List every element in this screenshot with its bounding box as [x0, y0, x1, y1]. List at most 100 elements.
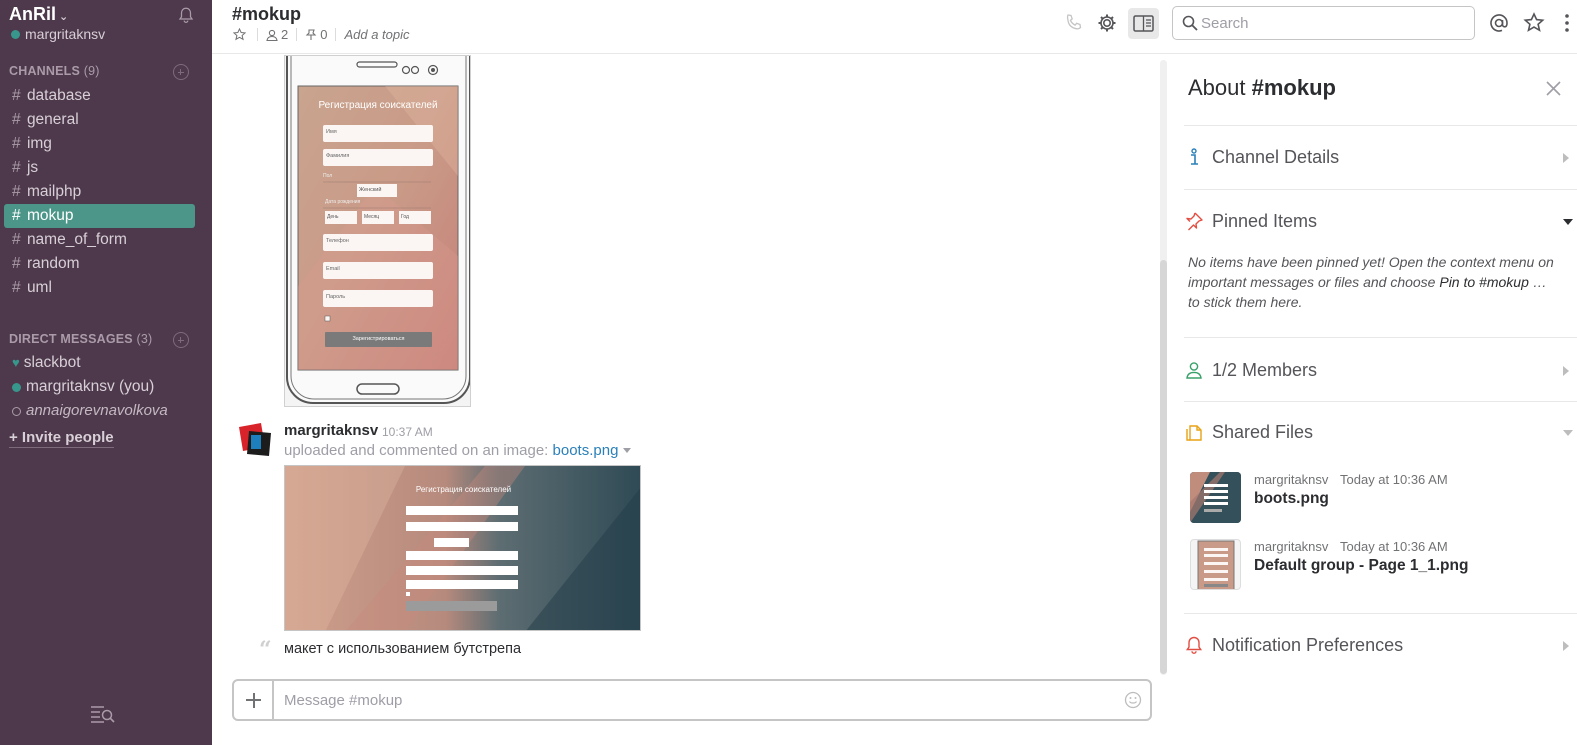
hash-icon: # — [12, 111, 21, 128]
current-user-name: margritaknsv — [25, 26, 106, 42]
channel-name: img — [26, 135, 52, 152]
dm-name: slackbot — [23, 354, 81, 371]
phone-mockup-image[interactable]: Регистрация соискателей Имя Фамилия Пол … — [284, 55, 471, 407]
channels-header-label: CHANNELS — [9, 64, 81, 78]
members-toggle[interactable]: 1/2 Members — [1184, 358, 1317, 382]
pinned-count[interactable]: 0 — [320, 27, 327, 42]
pin-icon — [305, 28, 317, 40]
mockup-form-title: Регистрация соискателей — [318, 100, 438, 111]
mockup-field-email: Email — [326, 266, 340, 272]
dm-item-slackbot[interactable]: ♥ slackbot — [4, 351, 195, 375]
sidebar-item-js[interactable]: # js — [4, 156, 195, 180]
emoji-icon[interactable] — [1124, 691, 1142, 709]
notification-preferences-toggle[interactable]: Notification Preferences — [1184, 633, 1403, 657]
bell-icon[interactable] — [177, 6, 195, 24]
mockup-select-year: Год — [401, 214, 409, 220]
presence-online-icon — [11, 29, 20, 39]
message-list: Регистрация соискателей Имя Фамилия Пол … — [212, 55, 1160, 675]
channel-name: mokup — [26, 207, 74, 224]
pin-icon — [1186, 212, 1203, 231]
caret-down-icon[interactable] — [623, 448, 632, 453]
dm-name: annaigorevnavolkova — [26, 402, 168, 419]
hash-icon: # — [12, 279, 21, 296]
file-time: Today at 10:36 AM — [1340, 472, 1448, 487]
scrollbar-thumb[interactable] — [1160, 260, 1167, 674]
starred-items-icon[interactable] — [1523, 12, 1545, 34]
channel-details-toggle[interactable]: Channel Details — [1184, 145, 1339, 169]
dm-item-annaigorevnavolkova[interactable]: annaigorevnavolkova — [4, 399, 195, 423]
attach-button[interactable] — [234, 681, 274, 719]
chevron-right-icon — [1563, 366, 1569, 376]
search-input[interactable] — [1201, 7, 1466, 39]
image-thumbnail-icon — [1190, 472, 1241, 523]
channel-title[interactable]: #mokup — [232, 4, 301, 25]
star-icon[interactable] — [233, 28, 246, 41]
phone-icon[interactable] — [1063, 12, 1085, 34]
direct-messages-header[interactable]: DIRECT MESSAGES (3) — [9, 332, 152, 346]
divider — [296, 28, 298, 41]
sidebar-item-mokup[interactable]: # mokup — [4, 204, 195, 228]
channel-details-panel: About #mokup Channel Details Pinned Item… — [1170, 55, 1577, 745]
toggle-channel-info-button[interactable] — [1128, 8, 1159, 39]
current-user[interactable]: margritaknsv — [11, 26, 105, 42]
file-name[interactable]: boots.png — [1254, 490, 1329, 508]
shared-files-toggle[interactable]: Shared Files — [1184, 420, 1313, 444]
dm-count: (3) — [136, 332, 153, 346]
image-preview[interactable]: Регистрация соискателей — [284, 465, 641, 631]
message-input[interactable] — [284, 681, 1104, 719]
hash-icon: # — [12, 135, 21, 152]
file-link[interactable]: boots.png — [553, 442, 619, 459]
sidebar-item-general[interactable]: # general — [4, 108, 195, 132]
channel-name: mailphp — [26, 183, 82, 200]
add-topic-link[interactable]: Add a topic — [344, 27, 409, 42]
file-comment: макет с использованием бутстрепа — [284, 641, 522, 657]
shared-file-item[interactable]: margritaknsv Today at 10:36 AM boots.png — [1190, 472, 1570, 524]
more-icon[interactable] — [1556, 12, 1577, 34]
channels-header[interactable]: CHANNELS (9) — [9, 64, 100, 78]
mockup-field-name: Имя — [326, 129, 337, 135]
channel-name: general — [26, 111, 79, 128]
hash-icon: # — [12, 183, 21, 200]
upload-text: uploaded and commented on an image: — [284, 442, 549, 459]
file-thumbnail — [1190, 472, 1241, 523]
sidebar-item-mailphp[interactable]: # mailphp — [4, 180, 195, 204]
channel-name: uml — [26, 279, 52, 296]
sidebar-item-uml[interactable]: # uml — [4, 276, 195, 300]
dm-header-label: DIRECT MESSAGES — [9, 332, 133, 346]
add-dm-icon[interactable] — [173, 332, 189, 348]
sidebar-item-img[interactable]: # img — [4, 132, 195, 156]
dm-item-self[interactable]: margritaknsv (you) — [4, 375, 195, 399]
mockup-label-gender: Пол — [323, 173, 333, 179]
channels-count: (9) — [83, 64, 100, 78]
message-timestamp[interactable]: 10:37 AM — [382, 425, 433, 439]
quick-switcher-icon[interactable] — [90, 703, 116, 725]
mockup-field-surname: Фамилия — [326, 153, 350, 159]
pinned-items-toggle[interactable]: Pinned Items — [1184, 209, 1317, 233]
gear-icon[interactable] — [1096, 12, 1118, 34]
dm-list: ♥ slackbot margritaknsv (you) annaigorevn… — [4, 351, 195, 423]
sidebar-item-database[interactable]: # database — [4, 84, 195, 108]
mentions-icon[interactable] — [1488, 12, 1510, 34]
sidebar-item-name_of_form[interactable]: # name_of_form — [4, 228, 195, 252]
file-name[interactable]: Default group - Page 1_1.png — [1254, 557, 1468, 575]
message-sender[interactable]: margritaknsv — [284, 422, 378, 439]
pin-to-channel-action: Pin to #mokup — [1439, 274, 1529, 290]
team-name: AnRil — [9, 4, 56, 24]
shared-file-item[interactable]: margritaknsv Today at 10:36 AM Default g… — [1190, 539, 1570, 591]
team-menu[interactable]: AnRil ⌄ — [9, 4, 68, 25]
add-channel-icon[interactable] — [173, 64, 189, 80]
close-icon[interactable] — [1546, 81, 1561, 96]
section-notification-preferences: Notification Preferences — [1184, 613, 1577, 677]
mockup-select-day: День — [327, 214, 339, 220]
scrollbar[interactable] — [1160, 60, 1167, 675]
file-uploader: margritaknsv — [1254, 472, 1329, 487]
member-count[interactable]: 2 — [281, 27, 288, 42]
file-uploader: margritaknsv — [1254, 539, 1329, 554]
files-icon — [1186, 425, 1202, 441]
invite-people-link[interactable]: + Invite people — [9, 429, 114, 448]
pinned-items-label: Pinned Items — [1212, 210, 1318, 231]
avatar[interactable] — [237, 421, 274, 458]
panel-title-channel: #mokup — [1251, 75, 1336, 100]
sidebar-item-random[interactable]: # random — [4, 252, 195, 276]
hash-icon: # — [12, 159, 21, 176]
